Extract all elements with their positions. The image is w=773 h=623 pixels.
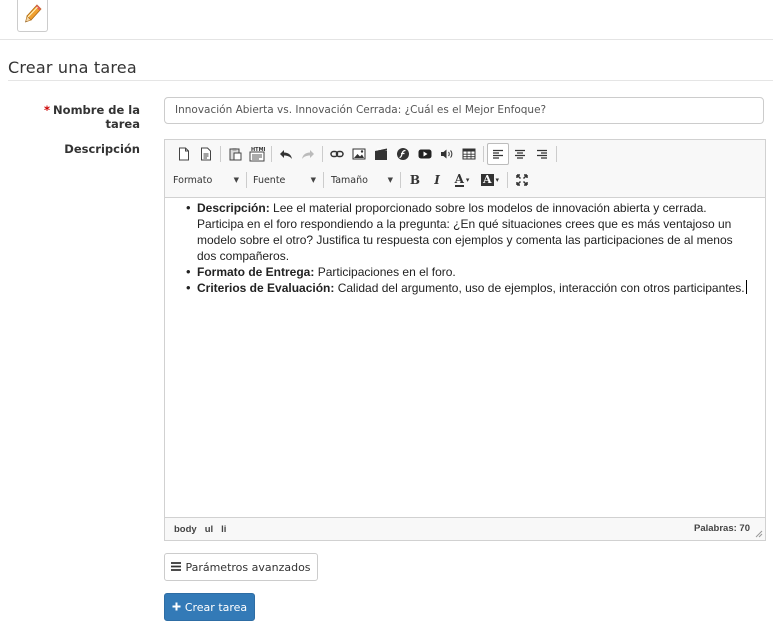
element-path: body ul li — [174, 524, 226, 535]
create-task-label: Crear tarea — [184, 600, 248, 614]
youtube-icon[interactable] — [414, 143, 436, 165]
title-divider — [8, 80, 773, 81]
format-select-label: Formato — [173, 174, 213, 186]
plus-icon — [172, 601, 181, 614]
path-ul[interactable]: ul — [205, 524, 213, 535]
list-item-heading: Descripción: — [197, 201, 270, 215]
size-select[interactable]: Tamaño ▼ — [327, 170, 397, 190]
list-item-heading: Formato de Entrega: — [197, 265, 315, 279]
pencil-icon — [23, 3, 43, 29]
font-select[interactable]: Fuente ▼ — [250, 170, 320, 190]
chevron-down-icon: ▼ — [310, 176, 316, 184]
link-icon[interactable] — [326, 143, 348, 165]
html-source-icon[interactable]: HTML — [246, 143, 268, 165]
toolbar-separator — [323, 172, 324, 188]
toolbar-separator — [246, 172, 247, 188]
resize-handle-icon[interactable] — [755, 530, 763, 538]
toolbar-separator — [271, 146, 272, 162]
text-color-icon: A — [454, 172, 464, 187]
paste-text-icon[interactable] — [224, 143, 246, 165]
description-label: Descripción — [64, 142, 140, 156]
description-editor: HTML — [164, 139, 766, 541]
list-item-text: Calidad del argumento, uso de ejemplos, … — [334, 281, 745, 295]
editor-statusbar: body ul li Palabras: 70 — [165, 517, 765, 540]
task-name-input[interactable]: Innovación Abierta vs. Innovación Cerrad… — [164, 97, 764, 124]
new-document-icon[interactable] — [173, 143, 195, 165]
toolbar-separator — [220, 146, 221, 162]
toolbar-separator — [483, 146, 484, 162]
toolbar-separator — [556, 146, 557, 162]
chevron-down-icon: ▾ — [465, 176, 470, 184]
create-task-button[interactable]: Crear tarea — [164, 593, 255, 621]
chevron-down-icon: ▼ — [233, 176, 239, 184]
page-title: Crear una tarea — [8, 58, 137, 77]
size-select-label: Tamaño — [331, 174, 368, 186]
text-color-button[interactable]: A ▾ — [448, 169, 476, 191]
format-select[interactable]: Formato ▼ — [173, 170, 243, 190]
flash-icon[interactable] — [392, 143, 414, 165]
table-icon[interactable] — [458, 143, 480, 165]
task-name-label: * Nombre de la tarea — [8, 103, 140, 131]
chevron-down-icon: ▾ — [495, 176, 500, 184]
font-select-label: Fuente — [253, 174, 286, 186]
svg-text:HTML: HTML — [251, 147, 265, 153]
list-item-text: Participaciones en el foro. — [314, 265, 456, 279]
list-item: Formato de Entrega: Participaciones en e… — [186, 264, 751, 280]
path-body[interactable]: body — [174, 524, 197, 535]
advanced-settings-button[interactable]: Parámetros avanzados — [164, 553, 318, 581]
top-toolbar — [0, 0, 773, 40]
toolbar-separator — [400, 172, 401, 188]
toolbar-separator — [322, 146, 323, 162]
editor-content[interactable]: Descripción: Lee el material proporciona… — [165, 198, 765, 517]
editor-toolbar-row-2: Formato ▼ Fuente ▼ Tamaño ▼ B I A ▾ A ▾ — [173, 169, 533, 191]
editor-toolbar: HTML — [165, 140, 765, 198]
video-icon[interactable] — [370, 143, 392, 165]
list-item: Descripción: Lee el material proporciona… — [186, 200, 751, 264]
bg-color-icon: A — [480, 173, 494, 186]
editor-toolbar-row-1: HTML — [173, 143, 560, 165]
path-li[interactable]: li — [221, 524, 226, 535]
bg-color-button[interactable]: A ▾ — [476, 169, 504, 191]
audio-icon[interactable] — [436, 143, 458, 165]
toolbar-separator — [507, 172, 508, 188]
align-left-icon[interactable] — [487, 143, 509, 165]
list-item-text: Lee el material proporcionado sobre los … — [197, 201, 733, 263]
list-item-heading: Criterios de Evaluación: — [197, 281, 335, 295]
task-name-label-text: Nombre de la tarea — [53, 103, 140, 131]
italic-button[interactable]: I — [426, 169, 448, 191]
align-right-icon[interactable] — [531, 143, 553, 165]
list-item: Criterios de Evaluación: Calidad del arg… — [186, 280, 751, 296]
templates-icon[interactable] — [195, 143, 217, 165]
text-caret — [745, 280, 747, 294]
word-count: Palabras: 70 — [694, 523, 750, 534]
edit-tool-button[interactable] — [17, 0, 48, 32]
required-mark: * — [44, 103, 51, 117]
redo-icon[interactable] — [297, 143, 319, 165]
bold-button[interactable]: B — [404, 169, 426, 191]
image-icon[interactable] — [348, 143, 370, 165]
menu-icon — [171, 561, 182, 574]
advanced-settings-label: Parámetros avanzados — [185, 560, 311, 574]
align-center-icon[interactable] — [509, 143, 531, 165]
content-list: Descripción: Lee el material proporciona… — [186, 200, 751, 296]
chevron-down-icon: ▼ — [387, 176, 393, 184]
undo-icon[interactable] — [275, 143, 297, 165]
maximize-icon[interactable] — [511, 169, 533, 191]
